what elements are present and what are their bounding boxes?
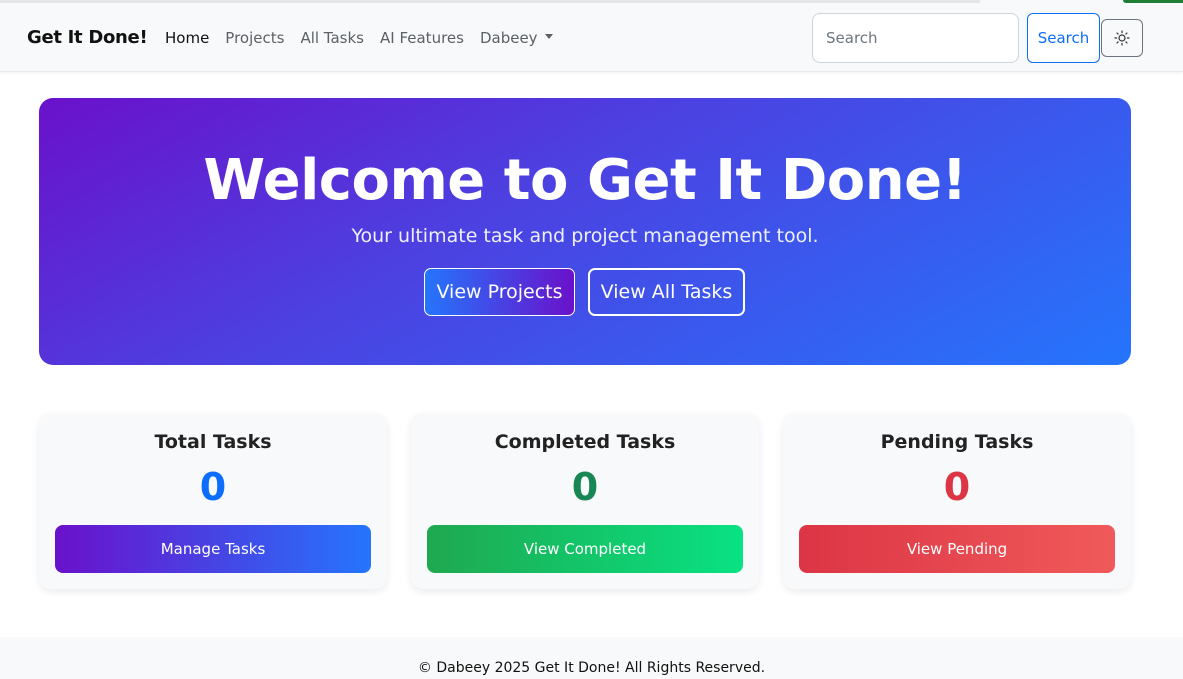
view-all-tasks-button[interactable]: View All Tasks [588,268,745,316]
completed-tasks-card: Completed Tasks 0 View Completed [411,413,759,589]
completed-tasks-count: 0 [571,465,599,509]
total-tasks-card: Total Tasks 0 Manage Tasks [39,413,387,589]
nav-user-dropdown[interactable]: Dabeey [480,29,553,47]
search-input[interactable] [812,13,1019,63]
brand-logo[interactable]: Get It Done! [27,27,148,48]
view-projects-button[interactable]: View Projects [424,268,575,316]
footer: © Dabeey 2025 Get It Done! All Rights Re… [0,637,1183,679]
nav-all-tasks[interactable]: All Tasks [300,29,364,47]
card-title: Pending Tasks [880,431,1034,453]
nav-ai-features[interactable]: AI Features [380,29,464,47]
manage-tasks-button[interactable]: Manage Tasks [55,525,371,573]
view-pending-button[interactable]: View Pending [799,525,1115,573]
pending-tasks-count: 0 [943,465,971,509]
chevron-down-icon [544,34,553,39]
navbar: Get It Done! Home Projects All Tasks AI … [0,0,1183,72]
hero-subtitle: Your ultimate task and project managemen… [351,225,819,247]
hero-banner: Welcome to Get It Done! Your ultimate ta… [39,98,1131,365]
pending-tasks-card: Pending Tasks 0 View Pending [783,413,1131,589]
footer-copyright: © Dabeey 2025 Get It Done! All Rights Re… [417,660,766,676]
card-title: Completed Tasks [494,431,676,453]
total-tasks-count: 0 [199,465,227,509]
card-title: Total Tasks [154,431,272,453]
theme-toggle-button[interactable] [1101,19,1143,57]
sun-icon [1114,30,1130,46]
view-completed-button[interactable]: View Completed [427,525,743,573]
user-dropdown-label: Dabeey [479,29,538,47]
nav-projects[interactable]: Projects [225,29,284,47]
hero-title: Welcome to Get It Done! [203,148,967,213]
browser-top-line [0,0,980,3]
search-button[interactable]: Search [1027,13,1100,63]
browser-progress-indicator [1123,0,1183,3]
nav-links: Home Projects All Tasks AI Features Dabe… [165,29,569,47]
nav-home[interactable]: Home [165,29,209,47]
